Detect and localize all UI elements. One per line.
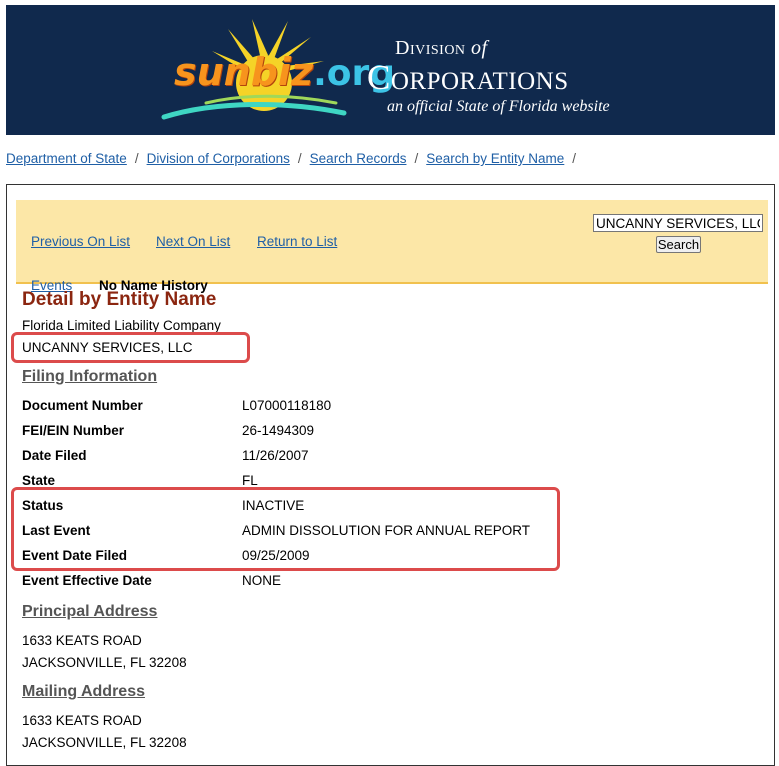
division-line1: Division <box>395 37 466 59</box>
document-number-label: Document Number <box>22 398 143 413</box>
mailing-address-line1: 1633 KEATS ROAD <box>22 713 142 728</box>
fei-ein-number-value: 26-1494309 <box>242 423 315 438</box>
fei-ein-number-label: FEI/EIN Number <box>22 423 125 438</box>
state-value: FL <box>242 473 258 488</box>
date-filed-value: 11/26/2007 <box>242 448 309 463</box>
division-title: Division of Corporations an official Sta… <box>367 38 610 115</box>
logo-sunbiz-text: sunbiz <box>174 50 314 94</box>
breadcrumb-separator: / <box>414 151 419 166</box>
principal-address-line2: JACKSONVILLE, FL 32208 <box>22 655 187 670</box>
principal-address-line1: 1633 KEATS ROAD <box>22 633 142 648</box>
next-on-list-link[interactable]: Next On List <box>156 234 230 249</box>
breadcrumb: Department of State / Division of Corporat… <box>6 151 584 166</box>
breadcrumb-department-of-state[interactable]: Department of State <box>6 151 127 166</box>
division-line2: Corporations <box>367 58 569 97</box>
filing-information-heading: Filing Information <box>22 368 158 385</box>
return-to-list-link[interactable]: Return to List <box>257 234 337 249</box>
detail-panel: Previous On List Next On List Return to … <box>6 184 775 766</box>
date-filed-label: Date Filed <box>22 448 87 463</box>
mailing-address-heading: Mailing Address <box>22 683 145 700</box>
entity-type: Florida Limited Liability Company <box>22 318 221 333</box>
state-label: State <box>22 473 56 488</box>
event-effective-date-label: Event Effective Date <box>22 573 152 588</box>
breadcrumb-separator: / <box>134 151 139 166</box>
document-number-value: L07000118180 <box>242 398 332 413</box>
principal-address-heading: Principal Address <box>22 603 158 620</box>
mailing-address-line2: JACKSONVILLE, FL 32208 <box>22 735 187 750</box>
breadcrumb-separator: / <box>297 151 302 166</box>
record-navbar: Previous On List Next On List Return to … <box>16 200 768 293</box>
previous-on-list-link[interactable]: Previous On List <box>31 234 130 249</box>
breadcrumb-search-records[interactable]: Search Records <box>310 151 407 166</box>
page-title: Detail by Entity Name <box>22 289 217 310</box>
breadcrumb-search-by-entity-name[interactable]: Search by Entity Name <box>426 151 564 166</box>
entity-name-highlight <box>11 332 250 363</box>
breadcrumb-division-of-corporations[interactable]: Division of Corporations <box>147 151 290 166</box>
search-button[interactable]: Search <box>656 236 701 253</box>
entity-search-input[interactable] <box>593 214 763 232</box>
division-of: of <box>471 37 488 59</box>
event-effective-date-value: NONE <box>242 573 282 588</box>
breadcrumb-separator: / <box>572 151 577 166</box>
sunbiz-logo: sunbiz.org <box>174 53 395 92</box>
status-highlight <box>11 487 560 571</box>
site-banner[interactable]: sunbiz.org Division of Corporations an o… <box>6 5 775 135</box>
site-tagline: an official State of Florida website <box>387 98 610 115</box>
